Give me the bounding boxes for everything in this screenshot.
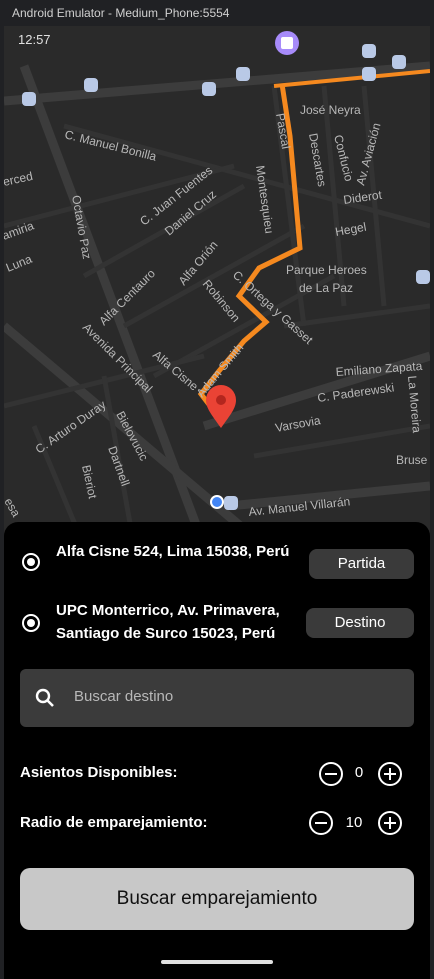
destination-button[interactable]: Destino [306,608,414,638]
origin-button[interactable]: Partida [309,549,414,579]
street-label: José Neyra [300,103,361,117]
window-title: Android Emulator - Medium_Phone:5554 [12,6,230,20]
search-bar[interactable]: Buscar destino [20,669,414,727]
destination-radio[interactable] [22,614,40,632]
minus-icon [325,773,337,775]
gesture-nav-handle[interactable] [161,960,273,964]
map-canvas[interactable]: C. Manuel Bonilla José Neyra Pascal Desc… [4,26,430,550]
seats-label: Asientos Disponibles: [20,764,178,781]
park-label: de La Paz [299,281,353,295]
radius-decrement-button[interactable] [309,811,333,835]
bottom-sheet: Alfa Cisne 524, Lima 15038, Perú Partida… [4,522,430,979]
minus-icon [315,822,327,824]
window-titlebar: Android Emulator - Medium_Phone:5554 [0,0,434,26]
status-bar: 12:57 [4,26,430,54]
search-input[interactable]: Buscar destino [74,688,173,705]
map-view[interactable]: C. Manuel Bonilla José Neyra Pascal Desc… [4,26,430,550]
phone-screen: C. Manuel Bonilla José Neyra Pascal Desc… [4,26,430,979]
seats-increment-button[interactable] [378,762,402,786]
origin-address: Alfa Cisne 524, Lima 15038, Perú [56,543,290,560]
seats-decrement-button[interactable] [319,762,343,786]
seats-value: 0 [354,764,364,781]
search-match-button[interactable]: Buscar emparejamiento [20,868,414,930]
street-label: Bruse [396,453,428,467]
search-icon [35,688,54,707]
radius-label: Radio de emparejamiento: [20,814,208,831]
origin-radio[interactable] [22,553,40,571]
radius-value: 10 [345,814,363,831]
destination-address: UPC Monterrico, Av. Primavera, Santiago … [56,602,280,642]
radius-increment-button[interactable] [378,811,402,835]
status-time: 12:57 [18,32,51,47]
current-location-icon [210,495,224,509]
park-label: Parque Heroes [286,263,367,277]
